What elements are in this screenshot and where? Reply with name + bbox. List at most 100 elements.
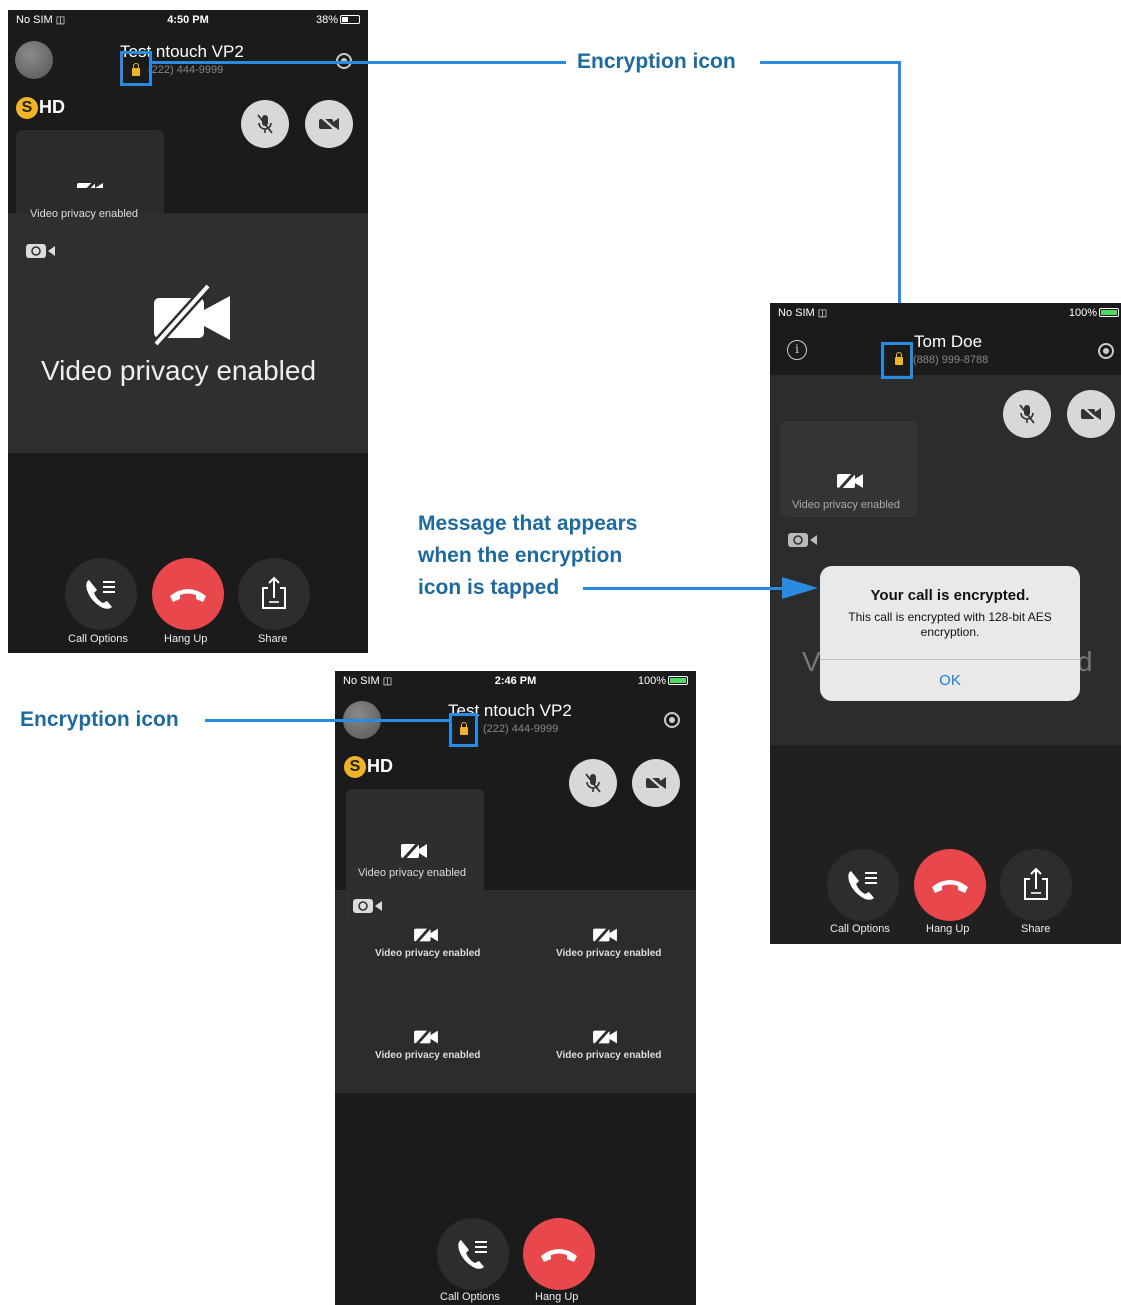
- airplay-icon[interactable]: [1098, 343, 1114, 359]
- video-off-icon: [413, 924, 439, 946]
- mic-off-icon: [257, 114, 273, 134]
- pip-privacy-label-overlay: Video privacy enabled: [30, 208, 139, 220]
- grid-tile-label: Video privacy enabled: [556, 1050, 662, 1061]
- call-options-button[interactable]: [65, 558, 137, 630]
- message-callout-line3: icon is tapped: [418, 576, 560, 599]
- encryption-highlight-box: [449, 713, 478, 747]
- callout-line: [898, 61, 901, 342]
- share-label: Share: [1021, 923, 1051, 935]
- call-options-label: Call Options: [440, 1291, 500, 1303]
- grid-tile-label: Video privacy enabled: [375, 948, 481, 959]
- video-off-icon-large: [148, 280, 234, 350]
- contact-number: (222) 444-9999: [148, 64, 224, 76]
- phone-list-icon: [848, 871, 877, 900]
- callout-line: [152, 61, 566, 64]
- pip-privacy-label: Video privacy enabled: [792, 499, 901, 511]
- share-icon: [1024, 867, 1048, 900]
- mute-mic-button[interactable]: [569, 759, 617, 807]
- share-button[interactable]: [1000, 849, 1072, 921]
- battery-icon: [1099, 308, 1119, 317]
- call-options-label: Call Options: [68, 633, 128, 645]
- hang-up-button[interactable]: [152, 558, 224, 630]
- share-button[interactable]: [238, 558, 310, 630]
- mic-off-icon: [585, 773, 601, 793]
- battery-status: 38%: [316, 14, 360, 26]
- video-off-icon: [413, 1026, 439, 1048]
- hang-up-icon: [541, 1249, 577, 1262]
- battery-status: 100%: [1069, 307, 1119, 319]
- grid-tile-label: Video privacy enabled: [375, 1050, 481, 1061]
- camera-off-button[interactable]: [632, 759, 680, 807]
- hang-up-icon: [170, 589, 206, 602]
- callout-line: [583, 587, 783, 590]
- pip-privacy-label: Video privacy enabled: [358, 867, 467, 879]
- shd-logo: S HD: [344, 756, 393, 779]
- carrier-status: No SIM ◫: [778, 307, 828, 319]
- flip-camera-icon[interactable]: [353, 897, 383, 915]
- encryption-icon-callout: Encryption icon: [577, 50, 736, 73]
- avatar: [15, 41, 53, 79]
- battery-icon: [340, 15, 360, 24]
- message-callout-line2: when the encryption: [418, 544, 623, 567]
- callout-line: [205, 719, 449, 722]
- share-label: Share: [258, 633, 288, 645]
- video-off-icon: [1081, 405, 1101, 423]
- alert-message: This call is encrypted with 128-bit AES …: [848, 610, 1052, 639]
- hang-up-label: Hang Up: [164, 633, 208, 645]
- video-off-icon: [836, 469, 864, 493]
- self-view-pip[interactable]: Video privacy enabled: [780, 421, 918, 517]
- call-options-button[interactable]: [437, 1218, 509, 1290]
- alert-ok-button[interactable]: OK: [820, 672, 1080, 689]
- battery-icon: [668, 676, 688, 685]
- callout-arrow: [782, 577, 818, 599]
- hang-up-button[interactable]: [523, 1218, 595, 1290]
- callout-line: [760, 61, 901, 64]
- call-options-button[interactable]: [827, 849, 899, 921]
- camera-off-button[interactable]: [305, 100, 353, 148]
- flip-camera-icon[interactable]: [26, 242, 56, 260]
- video-off-icon: [319, 115, 339, 133]
- phone-list-icon: [86, 580, 115, 609]
- status-bar: No SIM ◫ 4:50 PM 38%: [8, 10, 368, 30]
- clock: 4:50 PM: [167, 14, 209, 26]
- wifi-icon: ◫: [817, 308, 828, 319]
- flip-camera-icon[interactable]: [788, 531, 818, 549]
- video-off-icon: [400, 839, 428, 863]
- call-options-label: Call Options: [830, 923, 890, 935]
- background-privacy-left: V: [802, 646, 821, 677]
- contact-name: Tom Doe: [914, 332, 983, 351]
- mic-off-icon: [1019, 404, 1035, 424]
- video-off-icon: [592, 1026, 618, 1048]
- share-icon: [262, 576, 286, 609]
- hang-up-label: Hang Up: [535, 1291, 579, 1303]
- battery-status: 100%: [638, 675, 688, 687]
- encryption-highlight-box: [120, 51, 152, 86]
- encryption-alert-dialog: Your call is encrypted. This call is enc…: [820, 566, 1080, 701]
- video-off-icon: [646, 774, 666, 792]
- main-privacy-label: Video privacy enabled: [41, 355, 317, 386]
- phone-list-icon: [458, 1240, 487, 1269]
- status-bar: No SIM ◫ 100%: [770, 303, 1121, 323]
- status-bar: No SIM ◫ 2:46 PM 100%: [335, 671, 696, 691]
- mute-mic-button[interactable]: [241, 100, 289, 148]
- camera-off-button[interactable]: [1067, 390, 1115, 438]
- hang-up-icon: [932, 880, 968, 893]
- contact-number: (222) 444-9999: [483, 723, 559, 735]
- grid-tile-label: Video privacy enabled: [556, 948, 662, 959]
- airplay-icon[interactable]: [664, 712, 680, 728]
- alert-title: Your call is encrypted.: [870, 587, 1030, 604]
- message-callout-line1: Message that appears: [418, 512, 638, 535]
- phone-screenshot-3: No SIM ◫ 2:46 PM 100% Test ntouch VP2 (22…: [335, 671, 696, 1305]
- encryption-highlight-box: [881, 342, 913, 379]
- self-view-pip[interactable]: Video privacy enabled: [346, 789, 484, 926]
- mute-mic-button[interactable]: [1003, 390, 1051, 438]
- shd-logo: S HD: [16, 97, 65, 120]
- video-off-icon: [592, 924, 618, 946]
- phone-screenshot-2: No SIM ◫ 100% i Tom Doe (888) 999-8788 Vi…: [770, 303, 1121, 944]
- hang-up-button[interactable]: [914, 849, 986, 921]
- encryption-icon-callout: Encryption icon: [20, 708, 179, 731]
- phone-screenshot-1: No SIM ◫ 4:50 PM 38% Test ntouch VP2 (222…: [8, 10, 368, 653]
- info-icon[interactable]: i: [787, 340, 807, 360]
- hang-up-label: Hang Up: [926, 923, 970, 935]
- contact-number: (888) 999-8788: [913, 354, 989, 366]
